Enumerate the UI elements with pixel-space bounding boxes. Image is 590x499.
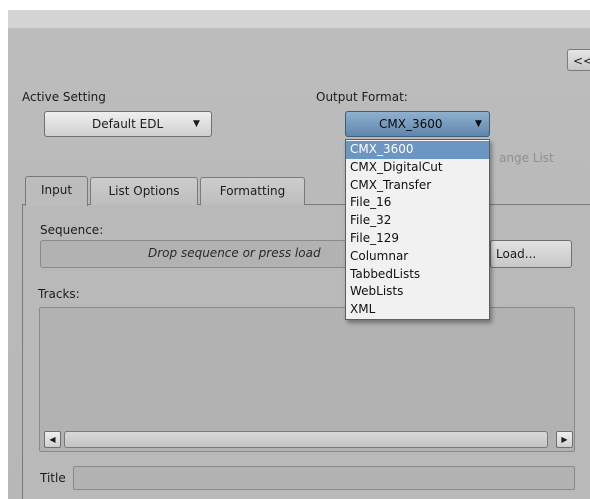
active-setting-value: Default EDL bbox=[92, 117, 164, 131]
tab-formatting[interactable]: Formatting bbox=[200, 177, 305, 205]
chevron-down-icon: ▼ bbox=[193, 119, 200, 129]
tab-input[interactable]: Input bbox=[25, 176, 88, 206]
chevron-down-icon: ▼ bbox=[475, 119, 482, 129]
load-button[interactable]: Load... bbox=[490, 240, 572, 268]
dropdown-option-tabbedlists[interactable]: TabbedLists bbox=[346, 266, 489, 284]
dropdown-option-file-129[interactable]: File_129 bbox=[346, 230, 489, 248]
sequence-label: Sequence: bbox=[40, 223, 104, 237]
dropdown-option-cmx-transfer[interactable]: CMX_Transfer bbox=[346, 177, 489, 195]
dropdown-option-xml[interactable]: XML bbox=[346, 301, 489, 319]
collapse-button[interactable]: << bbox=[567, 49, 590, 71]
output-format-value: CMX_3600 bbox=[379, 117, 443, 131]
dropdown-option-cmx-digitalcut[interactable]: CMX_DigitalCut bbox=[346, 159, 489, 177]
dropdown-option-cmx-3600[interactable]: CMX_3600 bbox=[346, 141, 489, 159]
scrollbar-thumb[interactable] bbox=[64, 431, 548, 448]
dropdown-option-columnar[interactable]: Columnar bbox=[346, 248, 489, 266]
scroll-left-arrow-icon[interactable]: ◀ bbox=[44, 431, 61, 448]
output-format-select[interactable]: CMX_3600 ▼ bbox=[345, 111, 490, 137]
title-label: Title bbox=[40, 471, 66, 485]
dropdown-option-file-16[interactable]: File_16 bbox=[346, 194, 489, 212]
title-input[interactable] bbox=[73, 466, 575, 490]
output-format-dropdown-list: CMX_3600 CMX_DigitalCut CMX_Transfer Fil… bbox=[345, 139, 490, 320]
tracks-label: Tracks: bbox=[38, 287, 80, 301]
dropdown-option-file-32[interactable]: File_32 bbox=[346, 212, 489, 230]
output-format-label: Output Format: bbox=[316, 90, 408, 104]
dropdown-option-weblists[interactable]: WebLists bbox=[346, 283, 489, 301]
sequence-placeholder: Drop sequence or press load bbox=[148, 246, 321, 260]
horizontal-scrollbar[interactable]: ◀ ▶ bbox=[44, 431, 574, 448]
active-setting-label: Active Setting bbox=[22, 90, 106, 104]
tab-list-options[interactable]: List Options bbox=[90, 177, 198, 205]
active-setting-select[interactable]: Default EDL ▼ bbox=[44, 111, 212, 137]
change-list-label: ange List bbox=[499, 151, 554, 165]
window-title-bar bbox=[8, 10, 590, 28]
scroll-right-arrow-icon[interactable]: ▶ bbox=[556, 431, 573, 448]
